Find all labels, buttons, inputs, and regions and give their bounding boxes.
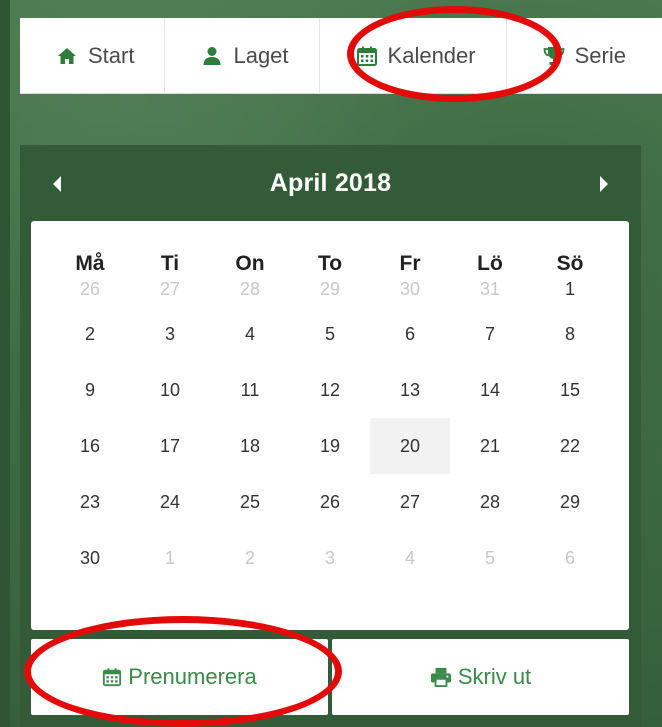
subscribe-button[interactable]: Prenumerera xyxy=(31,639,328,715)
weekday-label: Sö xyxy=(556,252,584,275)
calendar-header: April 2018 xyxy=(20,145,641,221)
calendar-weeks: 26 27 28 29 30 31 1 2 3 4 5 6 7 8 9 10 11 12 13 14 15 16 17 18 1… xyxy=(31,279,629,586)
calendar-day[interactable]: 25 xyxy=(210,474,290,530)
calendar-week-row: 9 10 11 12 13 14 15 xyxy=(31,362,629,418)
calendar-day[interactable]: 12 xyxy=(290,362,370,418)
left-edge xyxy=(0,0,10,727)
weekday-label: On xyxy=(235,252,265,275)
print-button[interactable]: Skriv ut xyxy=(332,639,629,715)
calendar-week-row: 16 17 18 19 20 21 22 xyxy=(31,418,629,474)
subscribe-label: Prenumerera xyxy=(128,664,257,689)
calendar-week-row: 23 24 25 26 27 28 29 xyxy=(31,474,629,530)
calendar-day[interactable]: 1 xyxy=(130,530,210,586)
calendar-day[interactable]: 17 xyxy=(130,418,210,474)
calendar-day[interactable]: 4 xyxy=(370,530,450,586)
calendar-day[interactable]: 7 xyxy=(450,306,530,362)
caret-right-icon xyxy=(600,176,608,192)
calendar-day[interactable]: 18 xyxy=(210,418,290,474)
calendar-week-row: 2345678 xyxy=(31,306,629,362)
calendar-day[interactable]: 19 xyxy=(290,418,370,474)
calendar-day[interactable]: 5 xyxy=(290,306,370,362)
calendar-footer: Prenumerera Skriv ut xyxy=(31,639,629,715)
calendar-day-today[interactable]: 20 xyxy=(370,418,450,474)
weekday-label: Må xyxy=(75,252,105,275)
calendar-day[interactable]: 21 xyxy=(450,418,530,474)
calendar-day[interactable]: 16 xyxy=(50,418,130,474)
weekday-label: To xyxy=(317,252,343,275)
calendar-day[interactable]: 28 xyxy=(450,474,530,530)
nav-item-start[interactable]: Start xyxy=(20,17,166,94)
calendar-week-row: 26 27 28 29 30 31 1 xyxy=(31,279,629,306)
calendar-panel: April 2018 Må Ti On To Fr Lö Sö 26 27 28 29… xyxy=(20,145,641,727)
calendar-day[interactable]: 5 xyxy=(450,530,530,586)
nav-item-label: Laget xyxy=(233,42,289,68)
calendar-day[interactable]: 30 xyxy=(50,530,130,586)
calendar-day[interactable]: 22 xyxy=(530,418,610,474)
calendar-week-row: 30 1 2 3 4 5 6 xyxy=(31,530,629,586)
next-month-button[interactable] xyxy=(593,171,615,197)
calendar-day[interactable]: 13 xyxy=(370,362,450,418)
nav-item-label: Start xyxy=(88,42,135,68)
calendar-day[interactable]: 10 xyxy=(130,362,210,418)
home-icon xyxy=(56,45,78,67)
calendar-day[interactable]: 2 xyxy=(50,306,130,362)
calendar-day[interactable]: 4 xyxy=(210,306,290,362)
calendar-day[interactable]: 11 xyxy=(210,362,290,418)
calendar-day[interactable]: 29 xyxy=(290,279,370,306)
user-icon xyxy=(201,45,223,67)
print-label: Skriv ut xyxy=(457,664,532,689)
top-navigation: Start Laget Kalender Serie xyxy=(20,17,662,94)
calendar-day[interactable]: 2 xyxy=(210,530,290,586)
calendar-month-title: April 2018 xyxy=(269,168,392,197)
calendar-icon xyxy=(356,45,378,67)
calendar-day[interactable]: 27 xyxy=(370,474,450,530)
calendar-day[interactable]: 6 xyxy=(530,530,610,586)
calendar-day[interactable]: 29 xyxy=(530,474,610,530)
weekday-row: Må Ti On To Fr Lö Sö xyxy=(31,249,629,279)
nav-item-label: Kalender xyxy=(387,42,476,68)
calendar-day[interactable]: 24 xyxy=(130,474,210,530)
calendar-day[interactable]: 27 xyxy=(130,279,210,306)
calendar-icon xyxy=(103,668,122,687)
calendar-day[interactable]: 6 xyxy=(370,306,450,362)
calendar-day[interactable]: 31 xyxy=(450,279,530,306)
calendar-day[interactable]: 30 xyxy=(370,279,450,306)
weekday-label: Lö xyxy=(477,252,503,275)
calendar-day[interactable]: 1 xyxy=(530,279,610,306)
weekday-label: Fr xyxy=(399,252,421,275)
nav-item-laget[interactable]: Laget xyxy=(165,17,320,94)
calendar-day[interactable]: 3 xyxy=(130,306,210,362)
nav-item-serie[interactable]: Serie xyxy=(507,18,626,94)
calendar-grid: Må Ti On To Fr Lö Sö 26 27 28 29 30 31 1 2 3 4 5 6 7… xyxy=(31,221,629,630)
nav-item-label: Serie xyxy=(574,42,626,68)
nav-item-kalender[interactable]: Kalender xyxy=(320,17,507,94)
calendar-day[interactable]: 23 xyxy=(50,474,130,530)
weekday-label: Ti xyxy=(160,252,180,275)
print-icon xyxy=(430,667,451,687)
calendar-day[interactable]: 3 xyxy=(290,530,370,586)
calendar-day[interactable]: 8 xyxy=(530,306,610,362)
previous-month-button[interactable] xyxy=(46,171,68,197)
calendar-day[interactable]: 9 xyxy=(50,362,130,418)
calendar-day[interactable]: 26 xyxy=(290,474,370,530)
caret-left-icon xyxy=(53,176,61,192)
calendar-day[interactable]: 14 xyxy=(450,362,530,418)
calendar-day[interactable]: 28 xyxy=(210,279,290,306)
trophy-icon xyxy=(543,45,565,67)
calendar-day[interactable]: 26 xyxy=(50,279,130,306)
calendar-day[interactable]: 15 xyxy=(530,362,610,418)
